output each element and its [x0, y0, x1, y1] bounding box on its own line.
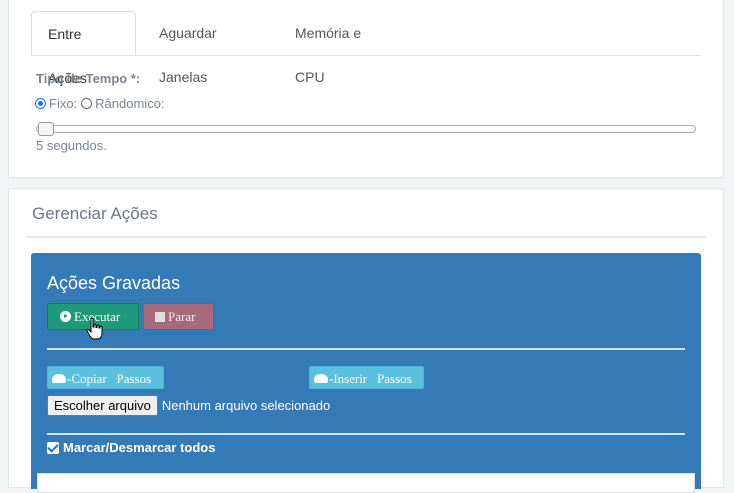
stop-label: Parar	[168, 309, 196, 324]
stop-button[interactable]: Parar	[143, 303, 214, 330]
timing-card: Entre Ações Aguardar Janelas Memória e C…	[8, 0, 724, 178]
tempo-slider[interactable]	[36, 122, 696, 136]
play-icon	[60, 311, 71, 322]
slider-value-text: 5 segundos.	[36, 138, 107, 153]
tempo-type-options: Fixo: Rândomico:	[35, 96, 165, 111]
section-title: Gerenciar Ações	[32, 204, 158, 223]
insert-steps-button[interactable]: -Inserir Passos	[309, 366, 424, 389]
section-divider	[26, 236, 706, 238]
tab-memoria-cpu[interactable]: Memória e CPU	[279, 11, 403, 85]
radio-randomico-label: Rândomico:	[95, 96, 165, 111]
actions-list-area	[37, 473, 695, 493]
cloud-icon	[314, 374, 328, 383]
divider-1	[47, 348, 685, 350]
tab-aguardar-janelas[interactable]: Aguardar Janelas	[143, 11, 279, 85]
manage-actions-card: Gerenciar Ações Ações Gravadas Executar …	[8, 188, 724, 493]
select-all-label: Marcar/Desmarcar todos	[63, 440, 216, 455]
file-status: Nenhum arquivo selecionado	[161, 398, 331, 413]
tab-bar: Entre Ações Aguardar Janelas Memória e C…	[31, 11, 701, 86]
select-all-checkbox[interactable]	[47, 441, 59, 454]
select-all-row: Marcar/Desmarcar todos	[47, 440, 215, 455]
tab-entre-acoes[interactable]: Entre Ações	[31, 11, 136, 86]
slider-track	[36, 125, 696, 133]
file-picker: Escolher arquivo Nenhum arquivo selecion…	[47, 395, 330, 416]
radio-randomico[interactable]	[81, 98, 93, 109]
panel-title: Ações Gravadas	[47, 273, 181, 293]
hand-cursor-icon	[86, 317, 103, 340]
tempo-type-label: Tipo de Tempo *:	[36, 71, 141, 86]
slider-thumb[interactable]	[38, 122, 54, 136]
insert-steps-label: -Inserir Passos	[329, 371, 412, 386]
divider-2	[47, 433, 685, 435]
radio-fixo[interactable]	[35, 98, 46, 109]
stop-icon	[155, 312, 165, 322]
cloud-icon	[52, 374, 66, 383]
recorded-actions-panel: Ações Gravadas Executar Parar -Copiar Pa…	[31, 253, 701, 493]
choose-file-button[interactable]: Escolher arquivo	[47, 395, 158, 416]
copy-steps-label: -Copiar Passos	[67, 371, 152, 386]
copy-steps-button[interactable]: -Copiar Passos	[47, 366, 164, 389]
radio-fixo-label: Fixo:	[49, 96, 78, 111]
